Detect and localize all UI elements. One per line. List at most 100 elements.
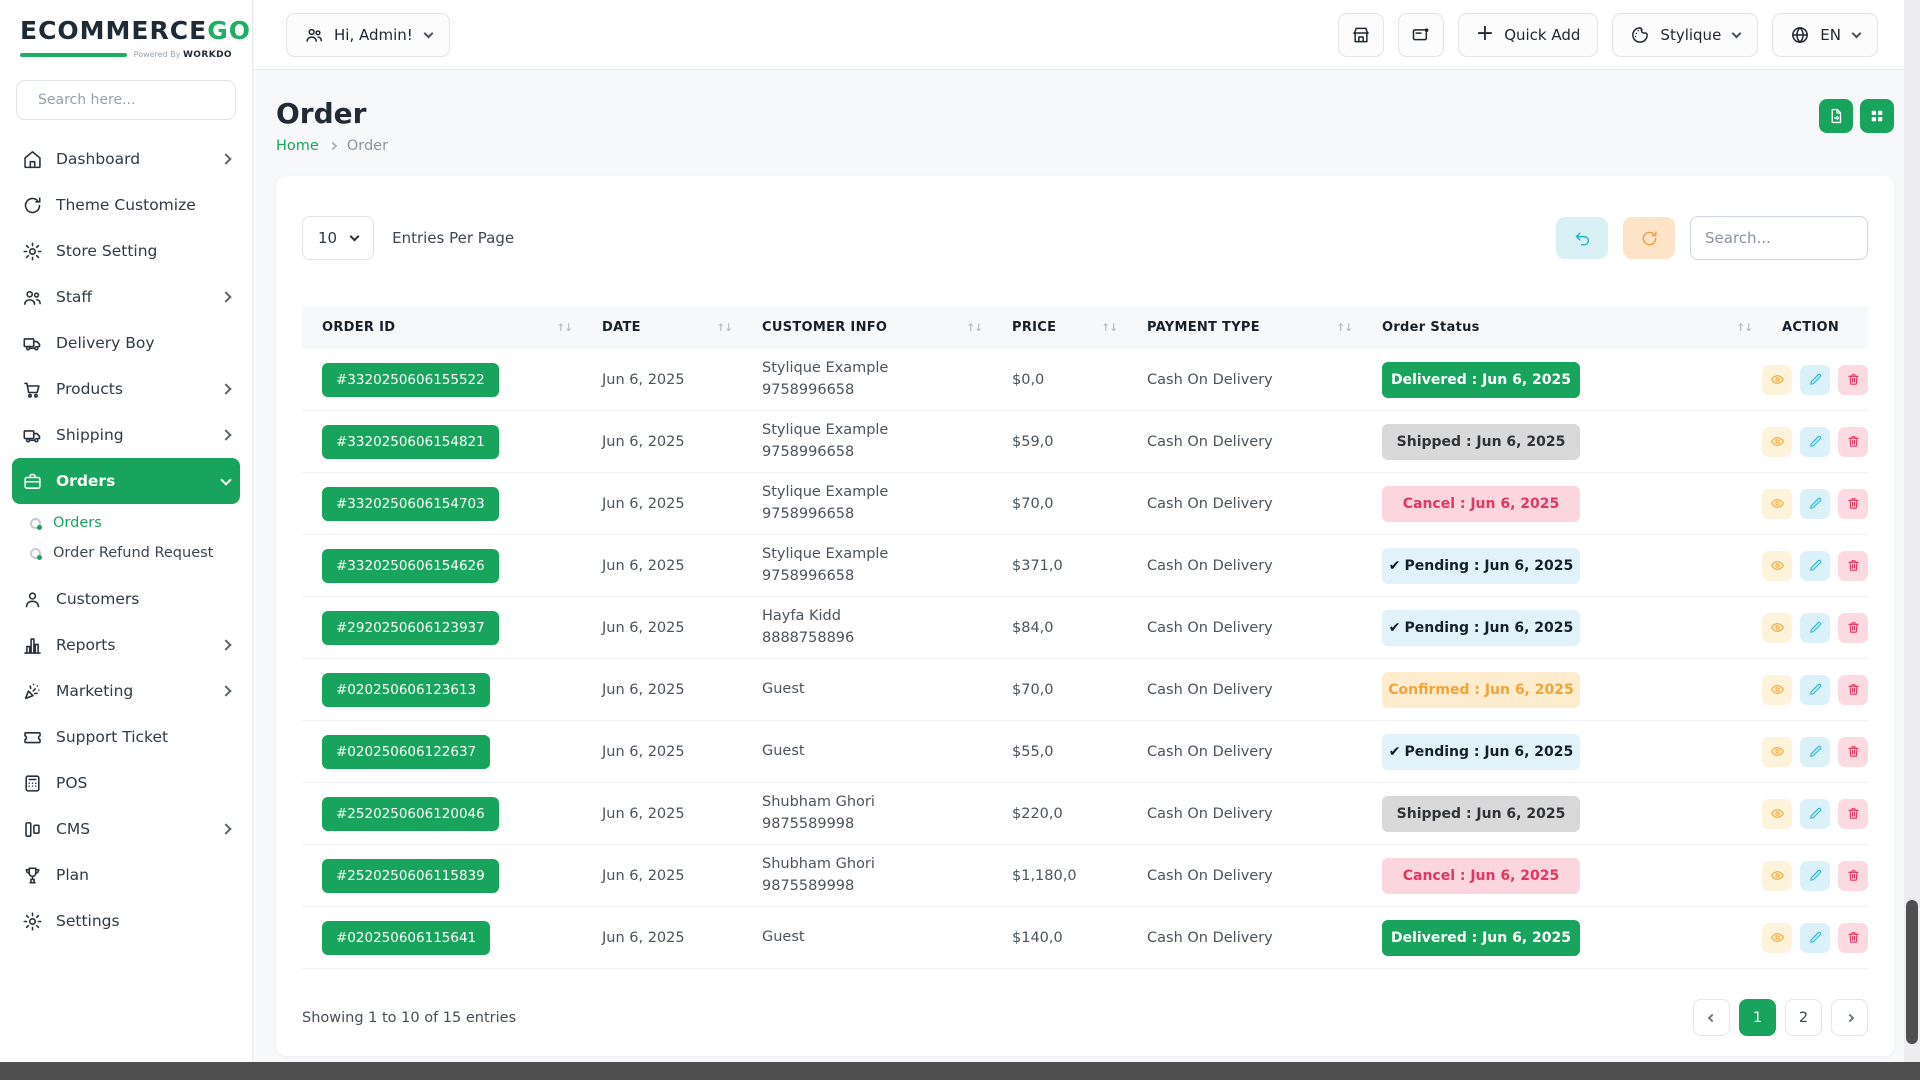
sort-icon[interactable]: ↑↓ [1336, 322, 1352, 334]
edit-button[interactable] [1800, 861, 1830, 891]
sidebar-item-customers[interactable]: Customers [12, 576, 240, 622]
eye-icon [1770, 620, 1785, 635]
view-button[interactable] [1762, 799, 1792, 829]
order-id-badge[interactable]: #3320250606154626 [322, 549, 499, 583]
pagination-page-button[interactable]: 1 [1739, 999, 1776, 1036]
breadcrumb-home[interactable]: Home [276, 138, 319, 154]
chevron-down-icon [1852, 28, 1862, 38]
undo-icon [1573, 229, 1592, 248]
sidebar-item-reports[interactable]: Reports [12, 622, 240, 668]
edit-button[interactable] [1800, 489, 1830, 519]
edit-button[interactable] [1800, 613, 1830, 643]
mail-button[interactable] [1398, 13, 1444, 57]
sort-icon[interactable]: ↑↓ [1736, 322, 1752, 334]
entries-per-page-select[interactable]: 10 [302, 216, 374, 260]
edit-button[interactable] [1800, 737, 1830, 767]
sidebar-item-support-ticket[interactable]: Support Ticket [12, 714, 240, 760]
order-id-badge[interactable]: #3320250606154703 [322, 487, 499, 521]
sidebar-search-input[interactable] [38, 92, 223, 108]
edit-button[interactable] [1800, 923, 1830, 953]
sidebar-item-plan[interactable]: Plan [12, 852, 240, 898]
view-button[interactable] [1762, 737, 1792, 767]
view-button[interactable] [1762, 365, 1792, 395]
horizontal-scrollbar[interactable] [0, 1062, 1920, 1080]
sidebar-subitem-order-refund-request[interactable]: Order Refund Request [12, 538, 240, 568]
sort-icon[interactable]: ↑↓ [966, 322, 982, 334]
sidebar-subitem-orders[interactable]: Orders [12, 508, 240, 538]
sidebar-item-orders[interactable]: Orders [12, 458, 240, 504]
order-id-badge[interactable]: #3320250606155522 [322, 363, 499, 397]
edit-button[interactable] [1800, 551, 1830, 581]
pagination-prev-button[interactable] [1693, 999, 1730, 1036]
order-id-badge[interactable]: #020250606115641 [322, 921, 490, 955]
delete-button[interactable] [1838, 489, 1868, 519]
view-button[interactable] [1762, 613, 1792, 643]
pagination-next-button[interactable] [1831, 999, 1868, 1036]
order-id-badge[interactable]: #3320250606154821 [322, 425, 499, 459]
view-button[interactable] [1762, 489, 1792, 519]
pagination-page-button[interactable]: 2 [1785, 999, 1822, 1036]
row-actions [1762, 365, 1868, 395]
delete-button[interactable] [1838, 427, 1868, 457]
delete-button[interactable] [1838, 799, 1868, 829]
column-header-price[interactable]: PRICE↑↓ [992, 320, 1127, 335]
export-button[interactable] [1819, 99, 1853, 133]
delete-button[interactable] [1838, 923, 1868, 953]
order-id-badge[interactable]: #2920250606123937 [322, 611, 499, 645]
order-id-badge[interactable]: #020250606123613 [322, 673, 490, 707]
sidebar-item-pos[interactable]: POS [12, 760, 240, 806]
edit-button[interactable] [1800, 675, 1830, 705]
user-menu-button[interactable]: Hi, Admin! [286, 13, 450, 57]
vertical-scrollbar[interactable] [1904, 0, 1920, 1062]
sidebar-item-store-setting[interactable]: Store Setting [12, 228, 240, 274]
view-button[interactable] [1762, 923, 1792, 953]
sort-icon[interactable]: ↑↓ [556, 322, 572, 334]
table-search-input[interactable] [1690, 216, 1868, 260]
undo-button[interactable] [1556, 217, 1608, 259]
sidebar-item-marketing[interactable]: Marketing [12, 668, 240, 714]
delete-button[interactable] [1838, 551, 1868, 581]
sidebar-item-theme-customize[interactable]: Theme Customize [12, 182, 240, 228]
sidebar-item-delivery-boy[interactable]: Delivery Boy [12, 320, 240, 366]
language-label: EN [1820, 26, 1841, 44]
theme-picker-button[interactable]: Stylique [1612, 13, 1758, 57]
edit-button[interactable] [1800, 799, 1830, 829]
delete-button[interactable] [1838, 675, 1868, 705]
delete-button[interactable] [1838, 737, 1868, 767]
storefront-button[interactable] [1338, 13, 1384, 57]
view-button[interactable] [1762, 551, 1792, 581]
edit-button[interactable] [1800, 427, 1830, 457]
sidebar-item-dashboard[interactable]: Dashboard [12, 136, 240, 182]
order-id-badge[interactable]: #2520250606115839 [322, 859, 499, 893]
column-header-customer-info[interactable]: CUSTOMER INFO↑↓ [742, 320, 992, 335]
palette-icon [1630, 25, 1650, 45]
sidebar-item-cms[interactable]: CMS [12, 806, 240, 852]
vertical-scrollbar-thumb[interactable] [1906, 900, 1918, 1044]
column-header-payment-type[interactable]: PAYMENT TYPE↑↓ [1127, 320, 1362, 335]
sort-icon[interactable]: ↑↓ [716, 322, 732, 334]
sidebar-item-shipping[interactable]: Shipping [12, 412, 240, 458]
sidebar-item-staff[interactable]: Staff [12, 274, 240, 320]
sidebar-item-products[interactable]: Products [12, 366, 240, 412]
delete-button[interactable] [1838, 365, 1868, 395]
column-header-order-status[interactable]: Order Status↑↓ [1362, 320, 1762, 335]
order-id-badge[interactable]: #2520250606120046 [322, 797, 499, 831]
column-header-order-id[interactable]: ORDER ID↑↓ [302, 320, 582, 335]
language-button[interactable]: EN [1772, 13, 1878, 57]
brand-logo[interactable]: ECOMMERCEGO Powered By WORKDO [0, 0, 252, 68]
view-button[interactable] [1762, 861, 1792, 891]
sidebar-item-settings[interactable]: Settings [12, 898, 240, 944]
delete-button[interactable] [1838, 613, 1868, 643]
refresh-button[interactable] [1623, 217, 1675, 259]
customer-info: Guest [742, 679, 992, 700]
grid-view-button[interactable] [1860, 99, 1894, 133]
order-id-badge[interactable]: #020250606122637 [322, 735, 490, 769]
delete-button[interactable] [1838, 861, 1868, 891]
view-button[interactable] [1762, 427, 1792, 457]
quick-add-button[interactable]: + Quick Add [1458, 13, 1599, 57]
view-button[interactable] [1762, 675, 1792, 705]
column-header-date[interactable]: DATE↑↓ [582, 320, 742, 335]
edit-button[interactable] [1800, 365, 1830, 395]
customer-name: Guest [762, 679, 992, 700]
sort-icon[interactable]: ↑↓ [1101, 322, 1117, 334]
